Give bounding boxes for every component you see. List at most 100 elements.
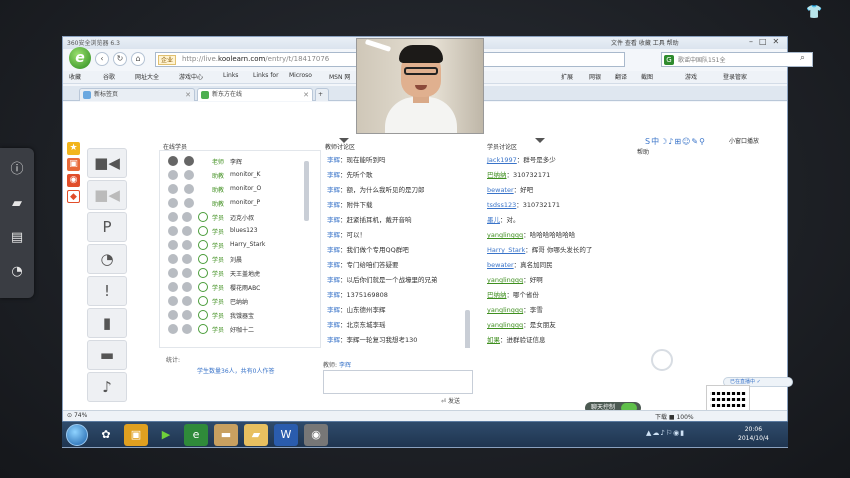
taskbar-player-icon[interactable]: ▶ [154, 424, 178, 446]
powerpoint-icon[interactable]: P [87, 212, 127, 242]
list-item[interactable]: 助教 monitor_K [164, 169, 304, 182]
toolbar-translate[interactable]: 翻译 [615, 72, 627, 81]
student-role: 助教 [212, 187, 225, 194]
bookmark-item[interactable]: MSN 网 [329, 72, 350, 81]
student-role: 学员 [212, 285, 225, 292]
shield-icon[interactable]: ◆ [67, 190, 80, 203]
scrollbar[interactable] [304, 161, 309, 221]
bookmark-item[interactable]: 游戏中心 [179, 72, 203, 81]
list-item: 李辉：1375169808 [327, 291, 388, 299]
search-box[interactable]: G 歌谣中国队151全 ⌕ [661, 52, 813, 67]
bookmark-item[interactable]: 谷歌 [103, 72, 115, 81]
toolbar-login[interactable]: 登录管家 [723, 72, 747, 81]
list-item: 李辉：李辉一轮复习我想考130 [327, 336, 418, 344]
taskbar-media-icon[interactable]: ◉ [304, 424, 328, 446]
avatar [182, 324, 192, 334]
search-icon[interactable]: ⌕ [800, 53, 805, 63]
list-item[interactable]: 学员 巴纳纳 [164, 295, 304, 308]
menu-bar[interactable]: 文件 查看 收藏 工具 帮助 [611, 38, 679, 47]
toolbar-games[interactable]: 游戏 [685, 72, 697, 81]
message-input[interactable] [323, 370, 473, 394]
teacher-hair [399, 45, 443, 63]
camera-icon[interactable]: ■◀ [87, 148, 127, 178]
list-item[interactable]: 学员 樱花雨ABC [164, 281, 304, 294]
tab-koolearn[interactable]: 新东方在线 ✕ [197, 88, 313, 101]
back-button[interactable]: ‹ [95, 52, 109, 66]
search-engine-icon[interactable]: G [664, 55, 674, 65]
taskbar-browser-icon[interactable]: e [184, 424, 208, 446]
camera-off-icon[interactable]: ■◀ [87, 180, 127, 210]
bookmark-item[interactable]: 收藏 [69, 72, 81, 81]
list-item: 李辉：可以！ [327, 231, 366, 239]
list-item[interactable]: 学员 刘晨 [164, 253, 304, 266]
toolbar-extension[interactable]: 扩展 [561, 72, 573, 81]
bookmark-item[interactable]: Links for [253, 72, 279, 79]
star-icon[interactable]: ★ [67, 142, 80, 155]
list-item: 李辉：额，为什么我听见的是刀郎 [327, 186, 425, 194]
folder-icon[interactable]: ▰ [5, 192, 29, 216]
taskbar-app-icon[interactable]: ▣ [124, 424, 148, 446]
student-role: 学员 [212, 327, 225, 334]
student-name: monitor_P [230, 199, 261, 206]
status-icon [168, 296, 178, 306]
folder-icon[interactable]: ▬ [87, 340, 127, 370]
rss-icon[interactable]: ◔ [5, 260, 29, 284]
toolbar-screenshot[interactable]: 截图 [641, 72, 653, 81]
window-controls[interactable]: –□✕ [749, 37, 785, 46]
search-input[interactable]: 歌谣中国队151全 [678, 55, 725, 64]
list-item[interactable]: 学员 好咖十二 [164, 323, 304, 336]
student-name: blues123 [230, 227, 258, 234]
close-icon[interactable]: ✕ [185, 89, 191, 101]
list-item[interactable]: 学员 迈克小叔 [164, 211, 304, 224]
list-item[interactable]: 学员 Harry_Stark [164, 239, 304, 252]
list-item[interactable]: 学员 我饿器宝 [164, 309, 304, 322]
student-badge-icon [198, 282, 208, 292]
mini-window-play[interactable]: 小窗口播放 [729, 136, 759, 145]
list-item: 李辉：以后你们就是一个战壕里的兄弟 [327, 276, 438, 284]
list-item[interactable]: 助教 monitor_O [164, 183, 304, 196]
status-right[interactable]: 下载 ■ 100% [655, 412, 694, 421]
collapse-arrow-icon[interactable] [535, 138, 545, 143]
bookmark-item[interactable]: Links [223, 72, 238, 79]
taskbar-folder-icon[interactable]: ▰ [244, 424, 268, 446]
list-item[interactable]: 学员 天王盖地虎 [164, 267, 304, 280]
refresh-button[interactable]: ↻ [113, 52, 127, 66]
id-card-icon[interactable]: ▤ [5, 226, 29, 250]
list-item: 李辉：先听个歌 [327, 171, 373, 179]
send-button[interactable]: ⏎ 发送 [441, 396, 460, 405]
bookmark-icon[interactable]: ▣ [67, 158, 80, 171]
chat-bubble-icon[interactable]: ◔ [87, 244, 127, 274]
list-item[interactable]: 助教 monitor_P [164, 197, 304, 210]
bar-chart-icon[interactable]: ▮ [87, 308, 127, 338]
skin-icon[interactable]: 👕 [806, 6, 822, 20]
weibo-icon[interactable]: ◉ [67, 174, 80, 187]
list-item: 如果：进群验证信息 [487, 336, 546, 344]
clock[interactable]: 20:06 2014/10/4 [738, 425, 769, 443]
student-name: monitor_K [230, 171, 261, 178]
taskbar-window-icon[interactable]: ▬ [214, 424, 238, 446]
bookmark-item[interactable]: Microso [289, 72, 312, 79]
list-item[interactable]: 老师 李辉 [164, 155, 304, 168]
music-icon[interactable]: ♪ [87, 372, 127, 402]
scrollbar[interactable] [465, 310, 470, 348]
zoom-level[interactable]: ⊙ 74% [67, 412, 87, 419]
new-tab-button[interactable]: + [315, 88, 329, 101]
close-icon[interactable]: ✕ [303, 89, 309, 101]
home-button[interactable]: ⌂ [131, 52, 145, 66]
tab-new-tab[interactable]: 新标签页 ✕ [79, 88, 195, 101]
avatar [182, 268, 192, 278]
toolbar-bank[interactable]: 网银 [589, 72, 601, 81]
avatar [182, 226, 192, 236]
alert-icon[interactable]: ! [87, 276, 127, 306]
bookmark-item[interactable]: 网址大全 [135, 72, 159, 81]
browser-logo[interactable]: e [69, 47, 91, 69]
info-icon[interactable]: ⓘ [5, 158, 29, 182]
avatar [182, 296, 192, 306]
taskbar-app-icon[interactable]: ✿ [94, 424, 118, 446]
start-button[interactable] [66, 424, 88, 446]
page-toolbar-icons[interactable]: S中☽♪⊞☺✎⚲ [645, 136, 706, 147]
list-item[interactable]: 学员 blues123 [164, 225, 304, 238]
taskbar-word-icon[interactable]: W [274, 424, 298, 446]
system-tray[interactable]: ▲☁♪⚐◉▮ [646, 429, 685, 437]
status-icon [168, 226, 178, 236]
